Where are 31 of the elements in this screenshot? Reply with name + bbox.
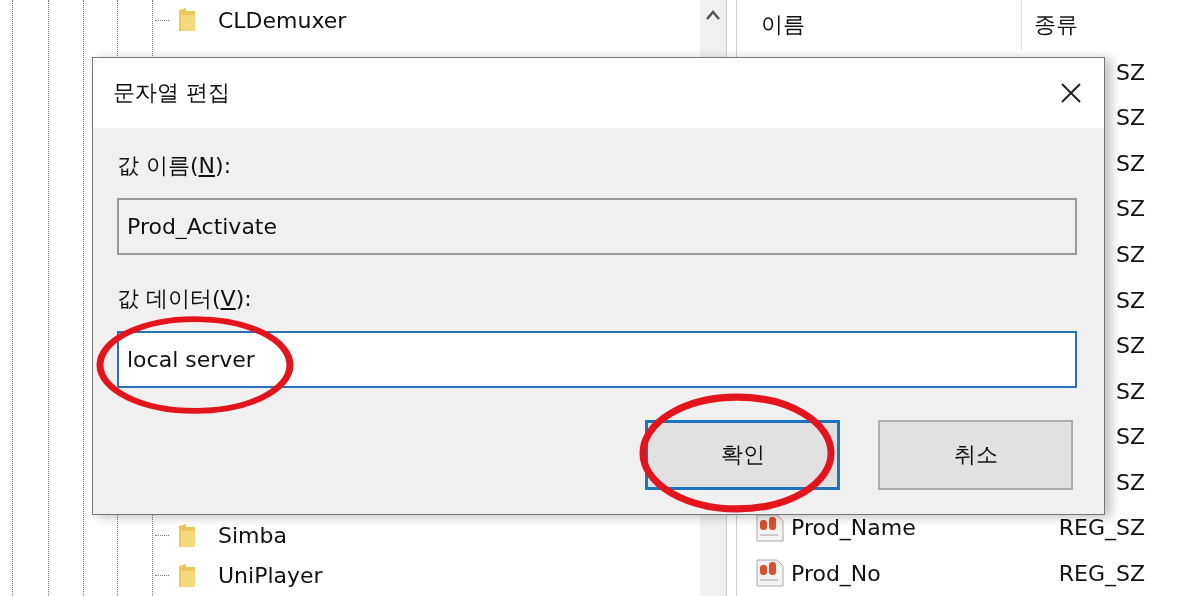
column-header[interactable]: 종류 <box>1022 9 1078 40</box>
value-type: SZ <box>1114 333 1145 359</box>
value-type: SZ <box>1114 424 1145 450</box>
value-type: SZ <box>1114 196 1145 222</box>
value-type: SZ <box>1114 241 1145 267</box>
value-type: SZ <box>1114 105 1145 131</box>
value-name[interactable]: Prod_No <box>791 560 881 586</box>
dialog-title: 문자열 편집 <box>113 79 230 107</box>
tree-item[interactable]: UniPlayer <box>218 563 323 589</box>
scroll-up-icon[interactable] <box>706 10 720 20</box>
value-type: REG_SZ <box>1057 560 1145 586</box>
value-type: SZ <box>1114 59 1145 85</box>
folder-icon <box>178 7 196 34</box>
column-header[interactable]: 이름 <box>745 0 1022 50</box>
ok-button[interactable]: 확인 <box>645 420 840 491</box>
text-field[interactable]: local server <box>117 331 1077 389</box>
tree-item[interactable]: Simba <box>218 523 287 549</box>
field-label: 값 이름(N): <box>117 154 232 179</box>
close-icon[interactable] <box>1060 82 1082 104</box>
folder-icon <box>178 562 196 589</box>
value-type: SZ <box>1114 378 1145 404</box>
value-type: SZ <box>1114 469 1145 495</box>
folder-icon <box>178 522 196 549</box>
field-label: 값 데이터(V): <box>117 287 252 312</box>
value-name[interactable]: Prod_Name <box>791 515 916 541</box>
string-value-icon <box>755 558 785 589</box>
value-type: SZ <box>1114 287 1145 313</box>
tree-item[interactable]: CLDemuxer <box>218 7 347 33</box>
cancel-button[interactable]: 취소 <box>878 420 1073 491</box>
value-type: REG_SZ <box>1057 515 1145 541</box>
value-type: SZ <box>1114 150 1145 176</box>
